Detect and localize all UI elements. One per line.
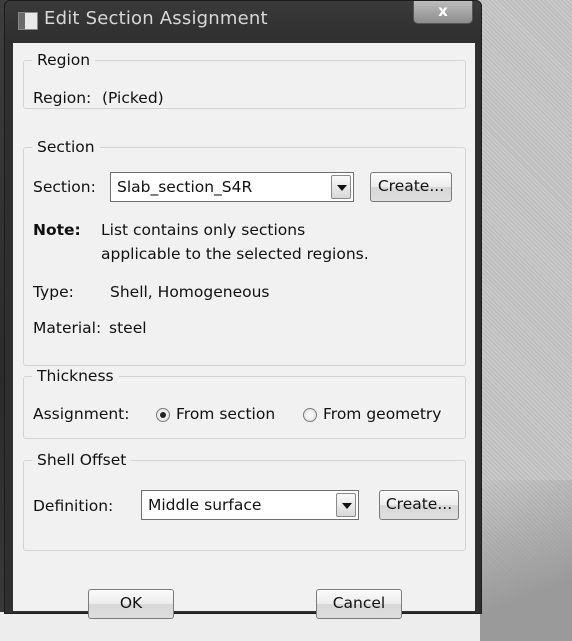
section-select-value: Slab_section_S4R	[117, 178, 253, 196]
close-button[interactable]: x	[413, 1, 473, 24]
note-label: Note:	[33, 221, 81, 239]
shell-offset-create-button[interactable]: Create...	[379, 490, 459, 520]
from-section-radio[interactable]	[156, 408, 170, 422]
cancel-button[interactable]: Cancel	[316, 589, 402, 619]
thickness-legend: Thickness	[37, 367, 114, 385]
type-label: Type:	[33, 283, 74, 301]
region-label: Region:	[33, 89, 92, 107]
section-create-button[interactable]: Create...	[370, 172, 452, 202]
section-select[interactable]: Slab_section_S4R	[110, 172, 354, 202]
dialog-body: Region Region: (Picked) Section Section:…	[13, 43, 475, 619]
shell-offset-legend: Shell Offset	[37, 451, 127, 469]
region-value: (Picked)	[102, 89, 164, 107]
chevron-down-icon[interactable]	[336, 493, 356, 517]
section-label: Section:	[33, 178, 96, 196]
edit-section-assignment-dialog: Edit Section Assignment x Region Region:…	[4, 0, 482, 619]
from-geometry-label[interactable]: From geometry	[323, 405, 441, 423]
definition-select[interactable]: Middle surface	[141, 490, 359, 520]
material-value: steel	[109, 319, 147, 337]
from-geometry-radio[interactable]	[303, 408, 317, 422]
note-text-line2: applicable to the selected regions.	[101, 245, 369, 263]
region-legend: Region	[37, 51, 91, 69]
definition-select-value: Middle surface	[148, 496, 262, 514]
ok-button[interactable]: OK	[88, 589, 174, 619]
window-title: Edit Section Assignment	[44, 8, 268, 29]
assignment-label: Assignment:	[33, 405, 130, 423]
note-text-line1: List contains only sections	[101, 221, 306, 239]
chevron-down-icon[interactable]	[331, 175, 351, 199]
window-icon	[18, 12, 38, 30]
title-bar[interactable]: Edit Section Assignment x	[5, 1, 481, 43]
background-strip	[0, 612, 480, 641]
thickness-group: Thickness	[23, 367, 466, 439]
material-label: Material:	[33, 319, 102, 337]
type-value: Shell, Homogeneous	[110, 283, 270, 301]
close-icon: x	[438, 2, 448, 20]
from-section-label[interactable]: From section	[176, 405, 275, 423]
definition-label: Definition:	[33, 497, 114, 515]
section-legend: Section	[37, 138, 95, 156]
